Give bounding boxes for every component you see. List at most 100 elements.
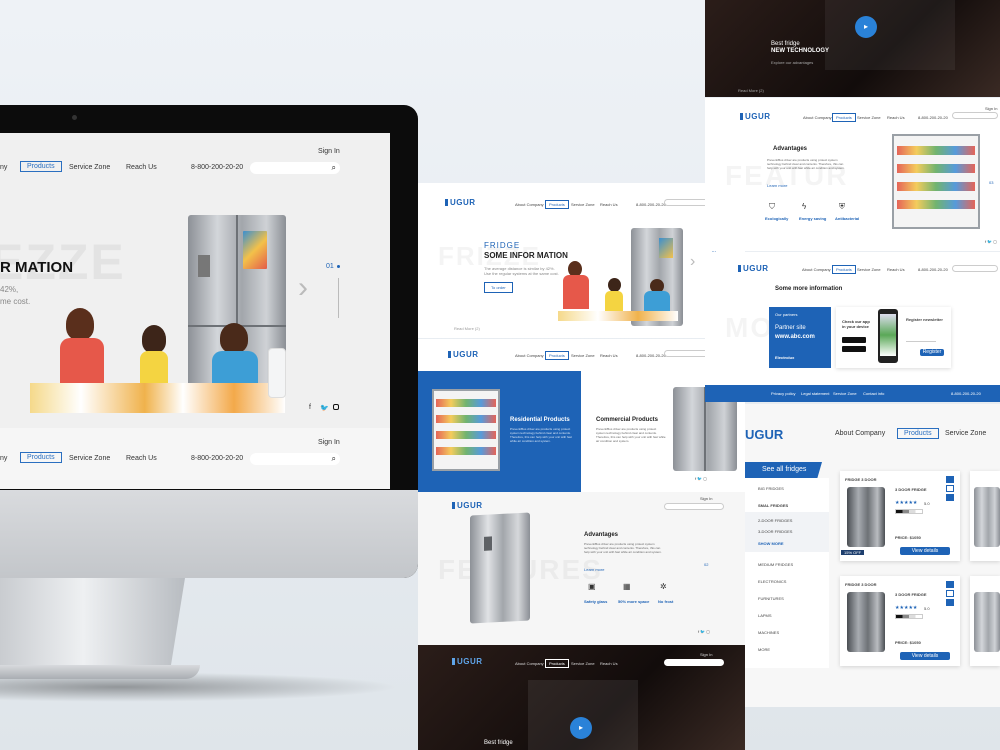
see-all-fridges-button[interactable]: See all fridges xyxy=(745,462,822,478)
play-button[interactable]: ▸ xyxy=(570,717,592,739)
partner-card[interactable]: Our partners Partner site www.abc.com El… xyxy=(769,307,831,368)
facebook-icon[interactable]: f xyxy=(309,404,311,411)
nav-service[interactable]: Service Zone xyxy=(571,353,595,358)
category-more[interactable]: MORE xyxy=(758,647,770,652)
search-input[interactable]: ⌕ xyxy=(250,162,340,174)
footer-nav-about[interactable]: ny xyxy=(0,455,7,462)
wishlist-icon[interactable] xyxy=(946,590,954,597)
nav-about-company[interactable]: ny xyxy=(0,164,7,171)
nav-products[interactable]: Products xyxy=(832,113,856,122)
footer-sign-in[interactable]: Sign In xyxy=(318,439,340,446)
footer-nav-service[interactable]: Service Zone xyxy=(69,455,110,462)
nav-about[interactable]: About Company xyxy=(515,353,544,358)
category-lapms[interactable]: LAPMS xyxy=(758,613,772,618)
nav-products[interactable]: Products xyxy=(545,200,569,209)
logo[interactable]: UGUR xyxy=(452,501,483,510)
logo[interactable]: UGUR xyxy=(745,427,783,442)
residential-card[interactable]: Residential Products Prevent/Bus driver … xyxy=(418,371,581,492)
slide-dots[interactable] xyxy=(338,278,339,318)
color-swatches[interactable] xyxy=(895,509,923,514)
nav-products[interactable]: Products xyxy=(832,265,856,274)
search-icon[interactable]: ⌕ xyxy=(332,163,336,173)
nav-about[interactable]: About Company xyxy=(515,661,544,666)
nav-service[interactable]: Service Zone xyxy=(571,202,595,207)
social-icons[interactable]: f 🐦 ◻ xyxy=(985,239,997,244)
footer-service[interactable]: Service Zone xyxy=(833,391,857,396)
order-button[interactable]: To order xyxy=(484,282,513,293)
learn-more-link[interactable]: Learn more xyxy=(767,183,787,188)
product-card-partial[interactable] xyxy=(970,576,1000,666)
logo[interactable]: UGUR xyxy=(452,657,483,666)
color-swatches[interactable] xyxy=(895,614,923,619)
category-big[interactable]: BIG FRIDGES xyxy=(758,486,784,491)
nav-service[interactable]: Service Zone xyxy=(945,430,986,437)
footer-contact[interactable]: Contact info xyxy=(863,391,884,396)
product-name[interactable]: 3 DOOR FRIDGE xyxy=(895,592,927,597)
product-card[interactable]: FRIDGE 3 DOOR 15% OFF 3 DOOR FRIDGE ★★★★… xyxy=(840,471,960,561)
next-arrow-icon[interactable]: › xyxy=(298,271,308,305)
partner-url[interactable]: www.abc.com xyxy=(775,334,815,340)
nav-reach[interactable]: Reach Us xyxy=(887,115,905,120)
sign-in-link[interactable]: Sign In xyxy=(318,148,340,155)
category-3-door[interactable]: 3-DOOR FRIDGES xyxy=(758,529,792,534)
show-more-link[interactable]: SHOW MORE xyxy=(758,541,784,546)
product-card-partial[interactable] xyxy=(970,471,1000,561)
category-furnitures[interactable]: FURNITURES xyxy=(758,596,784,601)
instagram-icon[interactable] xyxy=(333,404,339,410)
category-smal[interactable]: SMAL FRIDGES xyxy=(758,503,788,508)
logo[interactable]: UGUR xyxy=(740,112,771,121)
nav-reach[interactable]: Reach Us xyxy=(600,661,618,666)
read-more[interactable]: Read More (2) xyxy=(738,88,764,93)
category-2-door[interactable]: 2-DOOR FRIDGES xyxy=(758,518,792,523)
category-medium[interactable]: MEDIUM FRIDGES xyxy=(758,562,793,567)
cart-icon[interactable] xyxy=(946,599,954,606)
view-details-button[interactable]: View details xyxy=(900,652,950,660)
nav-products[interactable]: Products xyxy=(20,161,62,172)
caption-3[interactable]: Explore our advantages xyxy=(771,60,813,65)
nav-about[interactable]: About Company xyxy=(835,430,885,437)
footer-privacy[interactable]: Privacy policy xyxy=(771,391,795,396)
logo[interactable]: UGUR xyxy=(738,264,769,273)
search-icon[interactable]: ⌕ xyxy=(332,454,336,464)
slide-dot-active[interactable] xyxy=(337,265,340,268)
nav-products[interactable]: Products xyxy=(545,351,569,360)
sign-in-link[interactable]: Sign In xyxy=(700,496,712,501)
sign-in-link[interactable]: Sign In xyxy=(985,106,997,111)
search-input[interactable] xyxy=(664,503,724,510)
next-arrow-icon[interactable]: › xyxy=(690,253,695,271)
compare-icon[interactable] xyxy=(946,581,954,588)
footer-nav-products[interactable]: Products xyxy=(20,452,62,463)
footer-search-input[interactable]: ⌕ xyxy=(250,453,340,465)
search-input[interactable] xyxy=(664,659,724,666)
compare-icon[interactable] xyxy=(946,476,954,483)
category-electronics[interactable]: ELECTRONICS xyxy=(758,579,786,584)
search-input[interactable] xyxy=(952,112,998,119)
newsletter-input[interactable] xyxy=(906,337,936,342)
social-icons[interactable]: f 🐦 ◻ xyxy=(695,476,707,481)
footer-nav-reach[interactable]: Reach Us xyxy=(126,455,157,462)
product-name[interactable]: 3 DOOR FRIDGE xyxy=(895,487,927,492)
social-icons[interactable]: f 🐦 ◻ xyxy=(698,629,710,634)
wishlist-icon[interactable] xyxy=(946,485,954,492)
nav-about[interactable]: About Company xyxy=(515,202,544,207)
nav-about[interactable]: About Company xyxy=(802,267,831,272)
cart-icon[interactable] xyxy=(946,494,954,501)
sign-in-link[interactable]: Sign In xyxy=(700,652,712,657)
google-play-button[interactable] xyxy=(842,346,866,352)
nav-service[interactable]: Service Zone xyxy=(857,115,881,120)
learn-more-link[interactable]: Learn more xyxy=(584,567,604,572)
nav-products[interactable]: Products xyxy=(545,659,569,668)
nav-service-zone[interactable]: Service Zone xyxy=(69,164,110,171)
view-details-button[interactable]: View details xyxy=(900,547,950,555)
product-card[interactable]: FRIDGE 3 DOOR 3 DOOR FRIDGE ★★★★★ 5.0 PR… xyxy=(840,576,960,666)
nav-reach[interactable]: Reach Us xyxy=(887,267,905,272)
nav-reach[interactable]: Reach Us xyxy=(600,202,618,207)
category-machines[interactable]: MACHINES xyxy=(758,630,779,635)
twitter-icon[interactable]: 🐦 xyxy=(320,404,329,412)
logo[interactable]: UGUR xyxy=(448,350,479,359)
nav-reach-us[interactable]: Reach Us xyxy=(126,164,157,171)
play-button[interactable]: ▸ xyxy=(855,16,877,38)
register-button[interactable]: Register xyxy=(920,349,944,356)
footer-legal[interactable]: Legal statement xyxy=(801,391,829,396)
nav-service[interactable]: Service Zone xyxy=(571,661,595,666)
